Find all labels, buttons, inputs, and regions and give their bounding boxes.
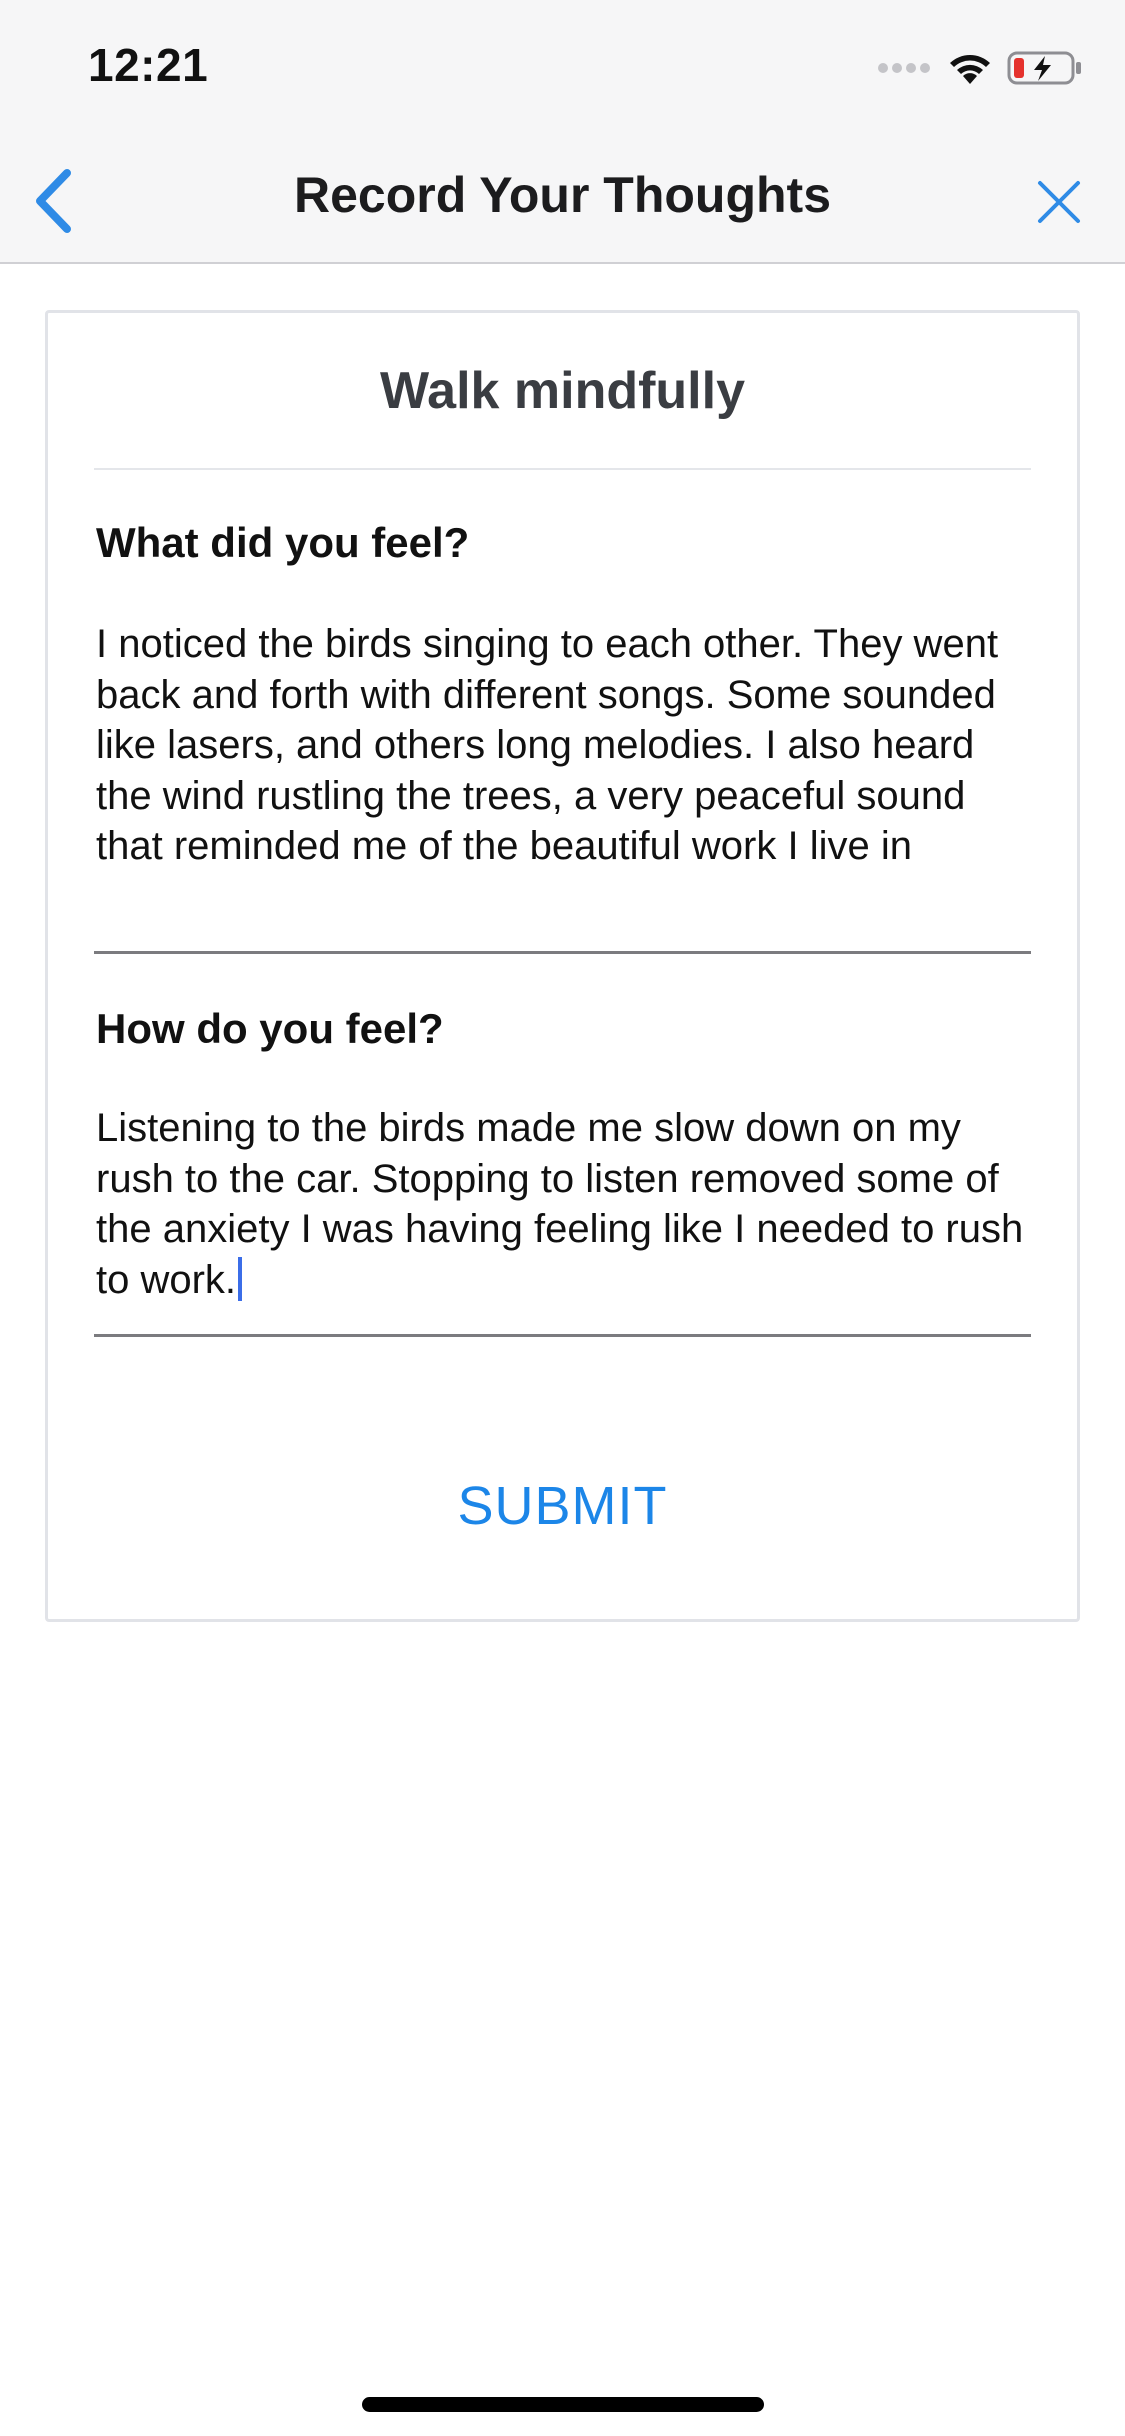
- status-time: 12:21: [88, 39, 209, 91]
- answer-field-how-do-you-feel[interactable]: Listening to the birds made me slow down…: [96, 1103, 1029, 1305]
- question-label-what-did-you-feel: What did you feel?: [96, 519, 470, 566]
- status-icons: [877, 48, 1083, 88]
- navigation-bar: Record Your Thoughts: [0, 132, 1125, 264]
- signal-dots-icon: [878, 63, 930, 73]
- answer-text: I noticed the birds singing to each othe…: [96, 622, 999, 868]
- answer-underline: [94, 951, 1031, 954]
- status-bar: 12:21: [0, 0, 1125, 132]
- wifi-icon: [950, 55, 990, 84]
- close-icon: [1038, 181, 1080, 223]
- page-title: Record Your Thoughts: [293, 167, 832, 223]
- battery-charging-icon: [1007, 51, 1081, 85]
- answer-field-what-did-you-feel[interactable]: I noticed the birds singing to each othe…: [96, 619, 1029, 872]
- activity-title: Walk mindfully: [380, 362, 745, 420]
- close-button[interactable]: [1021, 164, 1097, 240]
- answer-text: Listening to the birds made me slow down…: [96, 1106, 1024, 1302]
- home-indicator[interactable]: [362, 2397, 764, 2412]
- question-label-how-do-you-feel: How do you feel?: [96, 1005, 444, 1052]
- thoughts-card: Walk mindfully What did you feel? I noti…: [45, 310, 1080, 1622]
- submit-button[interactable]: SUBMIT: [48, 1475, 1077, 1537]
- text-cursor: [238, 1256, 243, 1301]
- answer-underline: [94, 1334, 1031, 1337]
- title-divider: [94, 468, 1031, 470]
